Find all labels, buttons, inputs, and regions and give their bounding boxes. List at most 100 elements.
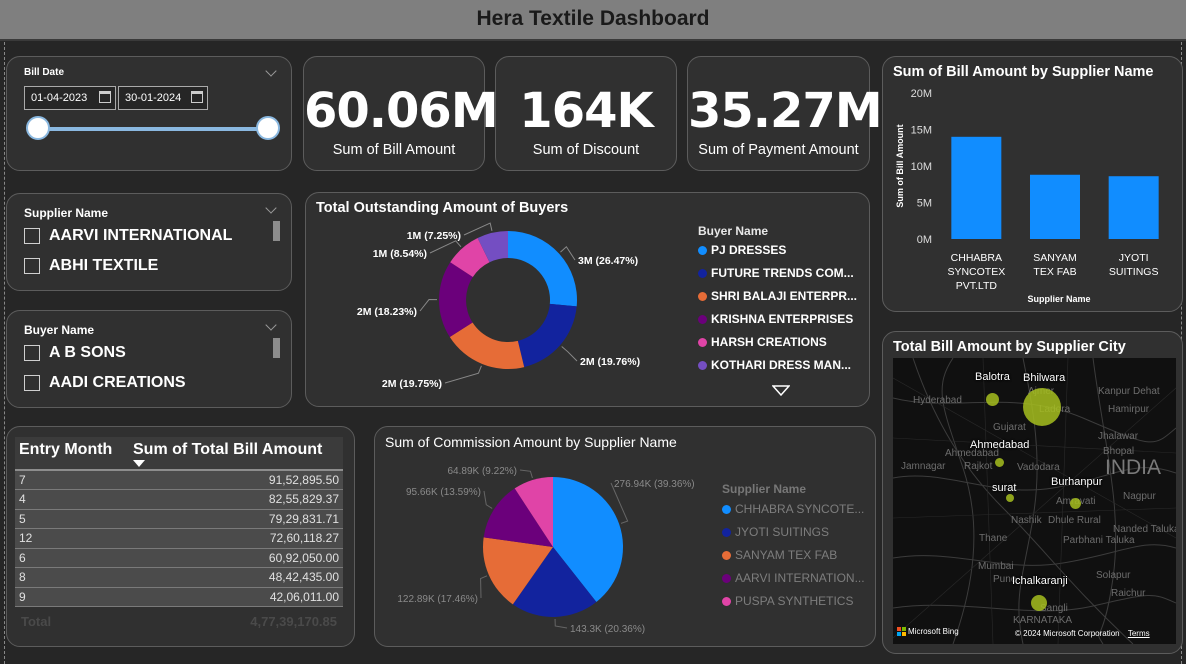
range-end-handle[interactable] [256, 116, 280, 140]
city-bubble[interactable] [1023, 388, 1061, 426]
map-place-label: Jamnagar [901, 461, 946, 472]
scrollbar[interactable] [273, 221, 280, 241]
legend-item[interactable]: KOTHARI DRESS MAN... [698, 358, 851, 372]
legend-title: Supplier Name [722, 482, 807, 496]
legend-item[interactable]: SHRI BALAJI ENTERPR... [698, 289, 857, 303]
kpi-card-payment-amount: 35.27M Sum of Payment Amount [687, 56, 883, 171]
city-label: surat [992, 482, 1017, 494]
slicer-option[interactable]: AADI CREATIONS [24, 372, 186, 394]
chevron-down-icon[interactable] [265, 319, 277, 331]
chevron-down-icon[interactable] [265, 65, 277, 77]
donut-slice[interactable] [517, 303, 577, 368]
slicer-option[interactable]: A B SONS [24, 342, 126, 364]
bar[interactable] [1030, 174, 1080, 239]
bing-logo: Microsoft Bing [897, 627, 959, 636]
entry-month-cell: 7 [15, 470, 129, 490]
scrollbar[interactable] [273, 338, 280, 358]
column-header-total-bill[interactable]: Sum of Total Bill Amount [129, 437, 343, 471]
y-tick-label: 0M [917, 234, 932, 246]
city-bubble[interactable] [986, 393, 999, 406]
supplier-name-slicer[interactable]: Supplier Name AARVI INTERNATIONAL ABHI T… [6, 193, 292, 291]
table-row[interactable]: 8 48,42,435.00 [15, 567, 343, 588]
table-row[interactable]: 4 82,55,829.37 [15, 489, 343, 510]
supplier-city-map[interactable]: AjmerKanpur DehatHyderabadLadoraHamirpur… [893, 358, 1176, 644]
calendar-icon[interactable] [191, 91, 203, 103]
slicer-option[interactable]: AARVI INTERNATIONAL [24, 225, 232, 247]
legend-item[interactable]: CHHABRA SYNCOTE... [722, 502, 864, 516]
checkbox[interactable] [24, 375, 40, 391]
map-place-label: Dhule Rural [1048, 515, 1101, 526]
city-bubble[interactable] [995, 458, 1004, 467]
chevron-down-icon[interactable] [265, 202, 277, 214]
buyer-name-slicer[interactable]: Buyer Name A B SONS AADI CREATIONS [6, 310, 292, 408]
city-bubble[interactable] [1070, 498, 1081, 509]
table-row[interactable]: 5 79,29,831.71 [15, 509, 343, 529]
leader-line [429, 240, 462, 254]
legend-marker [722, 550, 731, 560]
map-place-label: Mumbai [978, 561, 1014, 572]
legend-item[interactable]: HARSH CREATIONS [698, 335, 827, 349]
total-bill-cell: 60,92,050.00 [129, 548, 343, 568]
map-place-label: Jhalawar [1098, 431, 1139, 442]
date-range-track[interactable] [38, 127, 269, 131]
microsoft-logo-icon [897, 627, 906, 636]
data-label: 143.3K (20.36%) [570, 624, 645, 635]
kpi-card-bill-amount: 60.06M Sum of Bill Amount [303, 56, 499, 171]
kpi-value: 164K [519, 83, 653, 139]
city-bubble[interactable] [1031, 595, 1047, 611]
x-axis-label: Supplier Name [1027, 294, 1090, 304]
legend-item[interactable]: PUSPA SYNTHETICS [722, 594, 853, 608]
supplier-bar-chart: 20M 15M 10M 5M 0M Sum of Bill Amount CHHABRA SY… [895, 88, 1159, 304]
legend-item[interactable]: SANYAM TEX FAB [722, 548, 837, 562]
donut-slice[interactable] [508, 231, 577, 307]
slicer-title: Supplier Name [24, 206, 109, 220]
legend-scroll-down-icon[interactable] [772, 385, 790, 397]
table-row[interactable]: 6 60,92,050.00 [15, 548, 343, 568]
x-tick-label: JYOTI SUITINGS [1109, 252, 1159, 278]
leader-line [554, 618, 568, 629]
legend-item[interactable]: AARVI INTERNATION... [722, 571, 865, 585]
column-header-entry-month[interactable]: Entry Month [15, 437, 129, 471]
bill-date-slicer[interactable]: Bill Date 01-04-2023 30-01-2024 [6, 56, 292, 171]
table-row[interactable]: 9 42,06,011.00 [15, 587, 343, 607]
canvas-border-left [4, 42, 5, 664]
legend-item[interactable]: JYOTI SUITINGS [722, 525, 829, 539]
city-bubble[interactable] [1006, 494, 1014, 502]
legend-label: FUTURE TRENDS COM... [711, 266, 854, 280]
y-tick-label: 5M [917, 198, 932, 210]
legend-item[interactable]: KRISHNA ENTERPRISES [698, 312, 853, 326]
leader-line [444, 365, 482, 384]
bar[interactable] [951, 136, 1002, 239]
city-label: Ichalkaranji [1012, 575, 1068, 587]
legend-title: Buyer Name [698, 224, 769, 238]
terms-link[interactable]: Terms [1128, 629, 1150, 638]
entry-month-cell: 8 [15, 567, 129, 588]
x-tick-label: SANYAM TEX FAB [1033, 252, 1077, 278]
legend-marker [698, 337, 707, 347]
checkbox[interactable] [24, 345, 40, 361]
slicer-option[interactable]: ABHI TEXTILE [24, 255, 158, 277]
start-date-input[interactable]: 01-04-2023 [24, 86, 116, 110]
map-place-label: Nagpur [1123, 491, 1156, 502]
supplier-bar-card: Sum of Bill Amount by Supplier Name 20M 1… [882, 56, 1183, 312]
data-label: 1M (8.54%) [373, 248, 427, 260]
start-date-value: 01-04-2023 [31, 92, 88, 104]
checkbox[interactable] [24, 258, 40, 274]
legend-item[interactable]: PJ DRESSES [698, 243, 786, 257]
calendar-icon[interactable] [99, 91, 111, 103]
bar[interactable] [1108, 176, 1159, 239]
range-start-handle[interactable] [26, 116, 50, 140]
legend-marker [722, 573, 731, 583]
leader-line [519, 469, 533, 479]
map-copyright: © 2024 Microsoft Corporation Terms [1015, 629, 1150, 638]
end-date-input[interactable]: 30-01-2024 [118, 86, 208, 110]
sort-descending-icon[interactable] [133, 460, 145, 467]
checkbox[interactable] [24, 228, 40, 244]
table-row[interactable]: 12 72,60,118.27 [15, 528, 343, 549]
table-row[interactable]: 7 91,52,895.50 [15, 470, 343, 490]
map-place-label: Kanpur Dehat [1098, 386, 1160, 397]
country-label: INDIA [1105, 456, 1162, 479]
legend-item[interactable]: FUTURE TRENDS COM... [698, 266, 854, 280]
legend-label: SANYAM TEX FAB [735, 548, 838, 562]
total-bill-cell: 91,52,895.50 [129, 470, 343, 490]
